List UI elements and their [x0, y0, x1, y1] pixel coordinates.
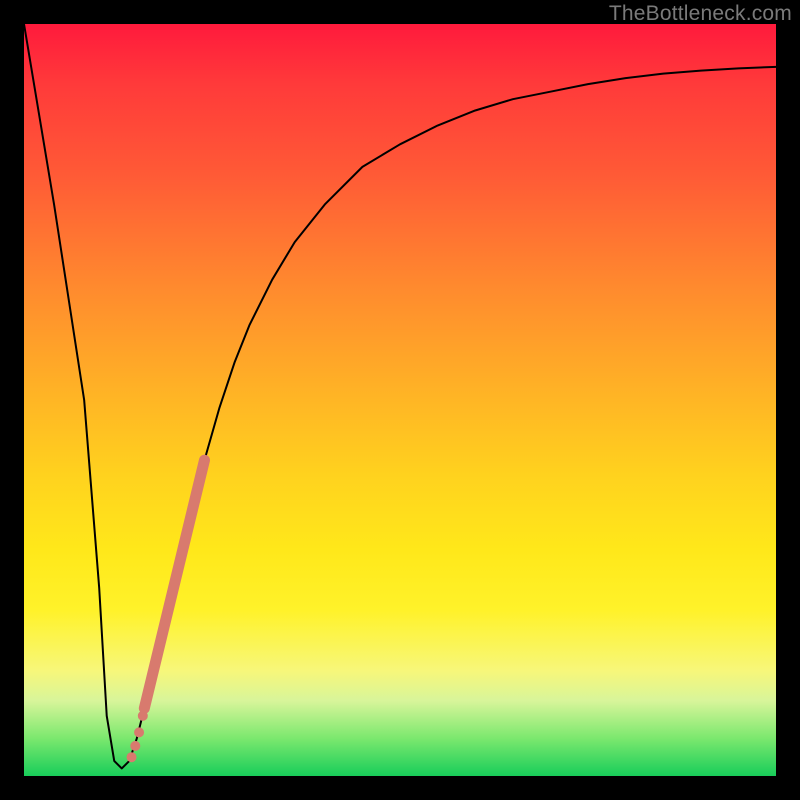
chart-overlay — [24, 24, 776, 776]
highlight-dot — [134, 727, 144, 737]
highlight-segment — [144, 460, 204, 708]
highlight-dot — [138, 711, 148, 721]
highlight-dot — [127, 752, 137, 762]
bottleneck-curve — [24, 24, 776, 768]
chart-frame: TheBottleneck.com — [0, 0, 800, 800]
highlight-dots — [127, 711, 148, 762]
highlight-dot — [130, 741, 140, 751]
watermark-text: TheBottleneck.com — [609, 2, 792, 26]
